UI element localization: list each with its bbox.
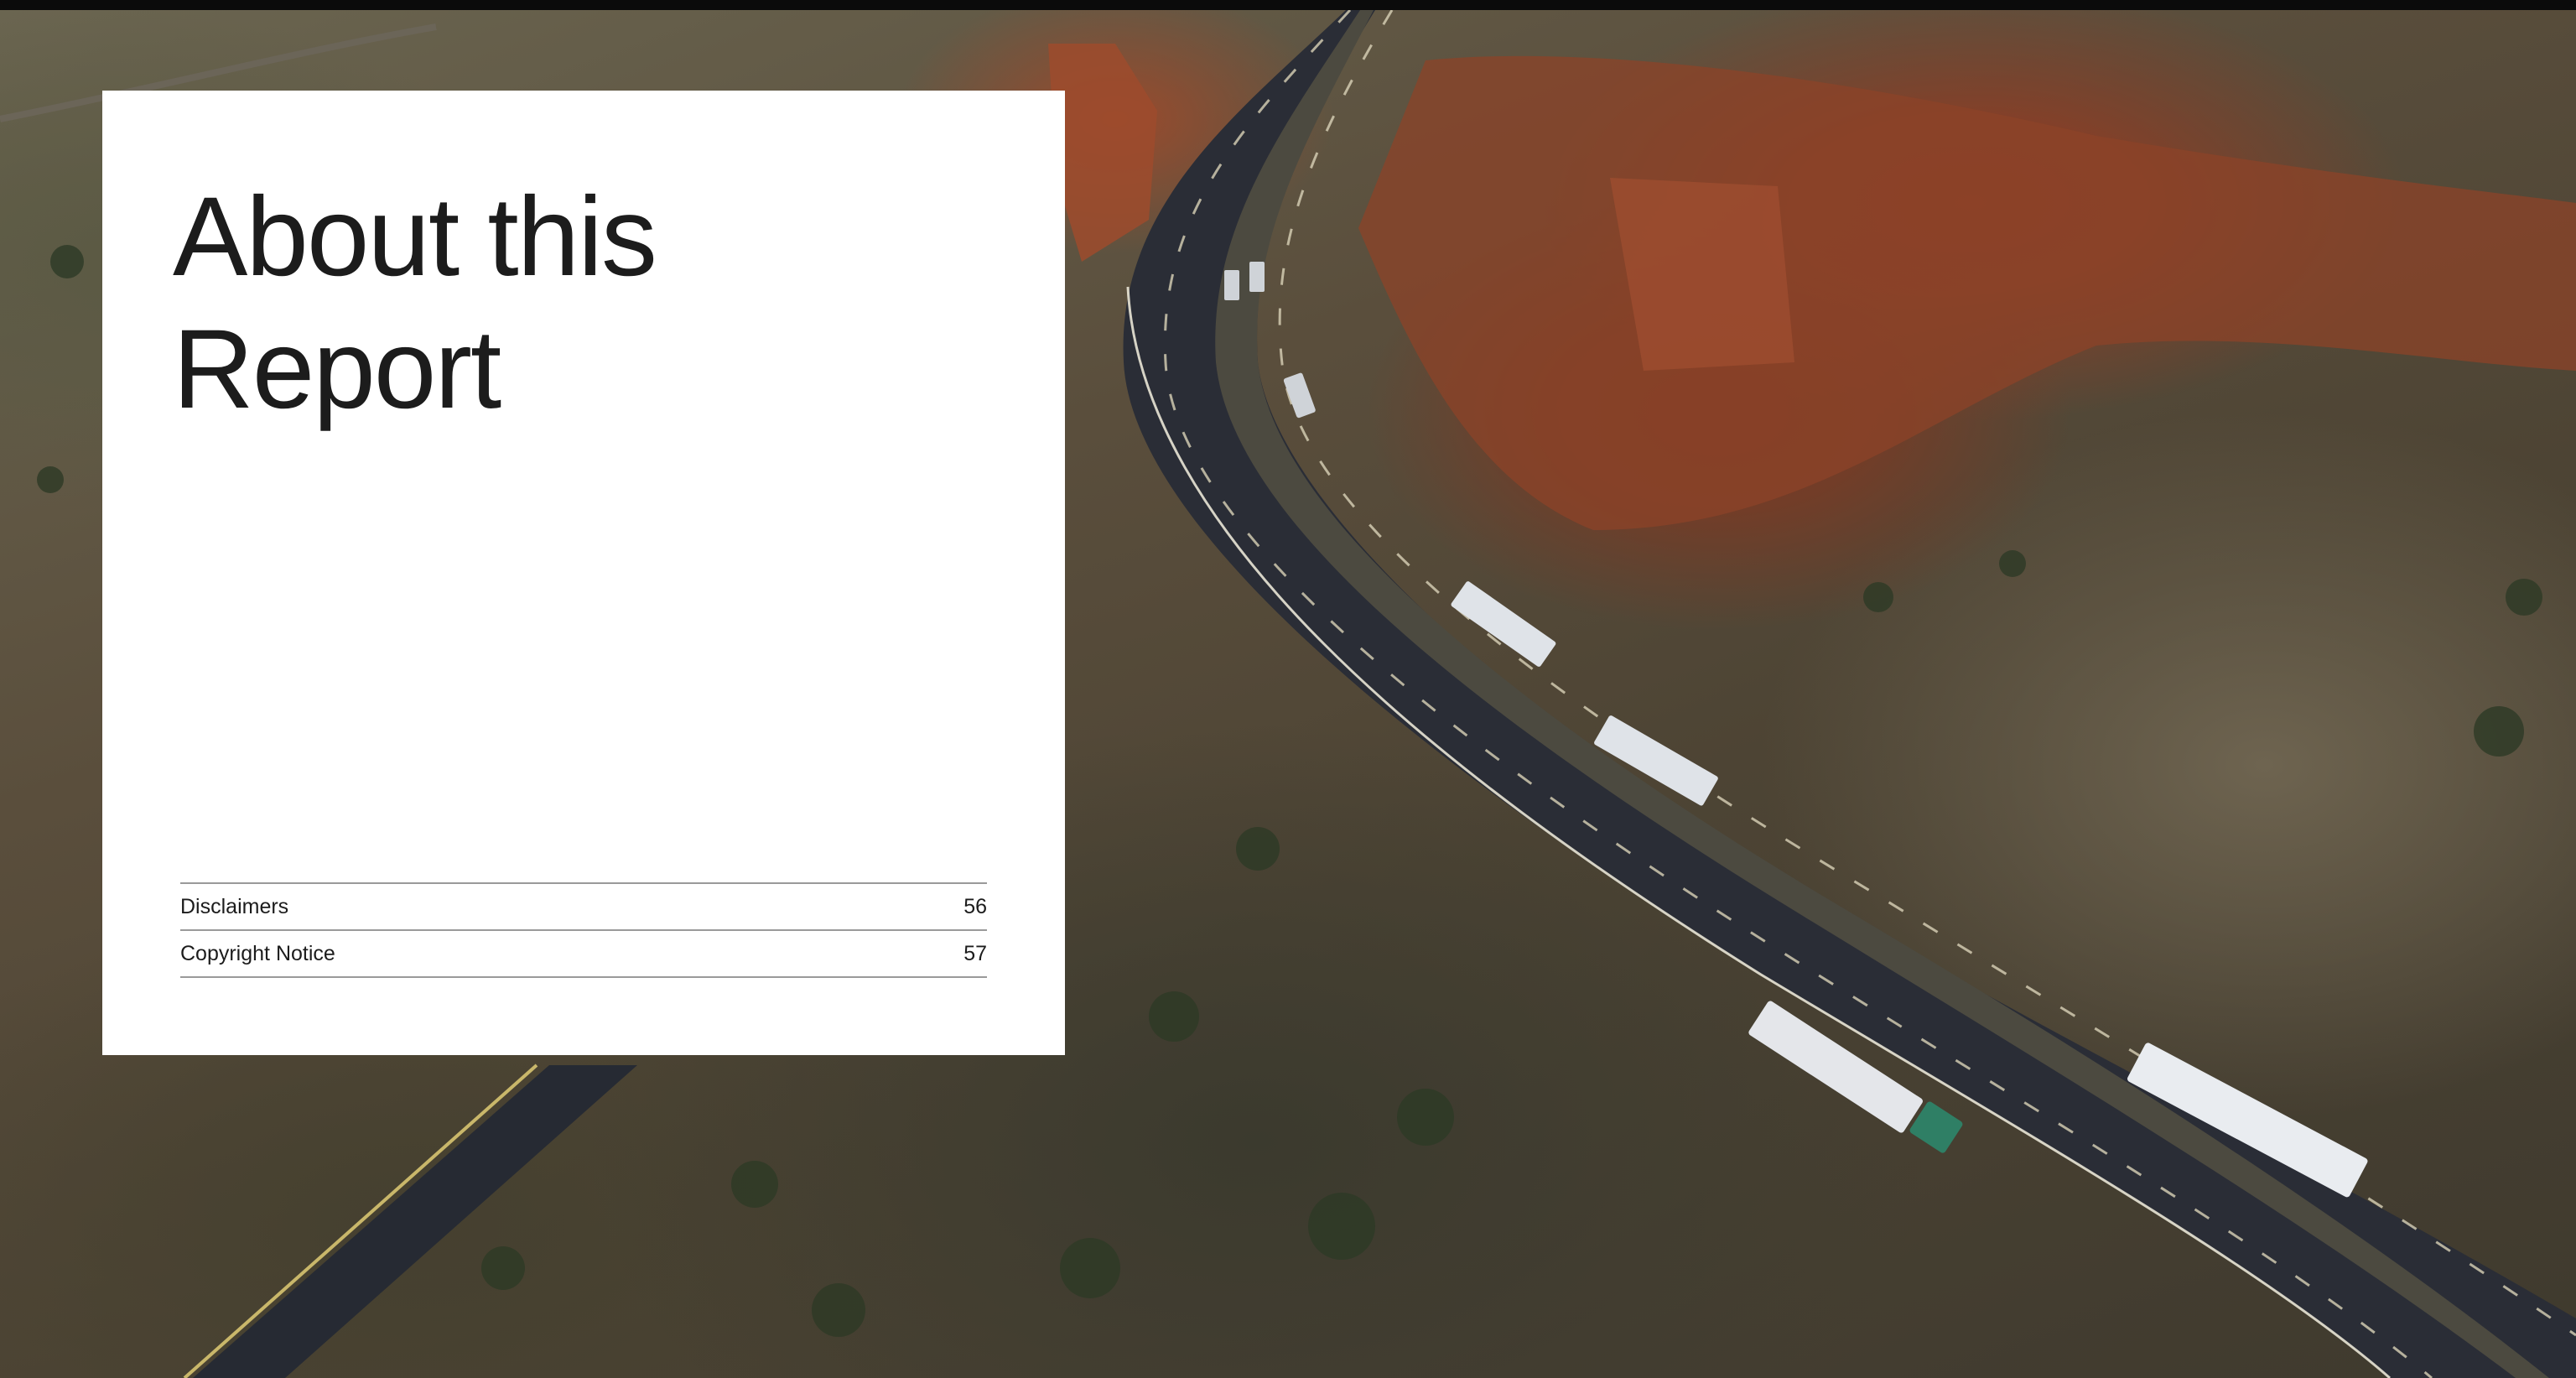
report-section-card: About this Report Disclaimers 56 Copyrig… xyxy=(102,91,1065,1055)
toc-item-disclaimers[interactable]: Disclaimers 56 xyxy=(180,884,987,931)
toc-item-label: Disclaimers xyxy=(180,894,289,918)
top-edge-strip xyxy=(0,0,2576,10)
table-of-contents: Disclaimers 56 Copyright Notice 57 xyxy=(180,882,987,978)
toc-item-page-number: 56 xyxy=(963,894,987,918)
page-title-line-1: About this xyxy=(173,174,657,299)
page-title-line-2: Report xyxy=(173,307,501,432)
toc-item-label: Copyright Notice xyxy=(180,941,335,965)
report-page: About this Report Disclaimers 56 Copyrig… xyxy=(0,0,2576,1378)
page-title: About this Report xyxy=(173,171,1011,436)
toc-item-copyright-notice[interactable]: Copyright Notice 57 xyxy=(180,931,987,978)
toc-item-page-number: 57 xyxy=(963,941,987,965)
